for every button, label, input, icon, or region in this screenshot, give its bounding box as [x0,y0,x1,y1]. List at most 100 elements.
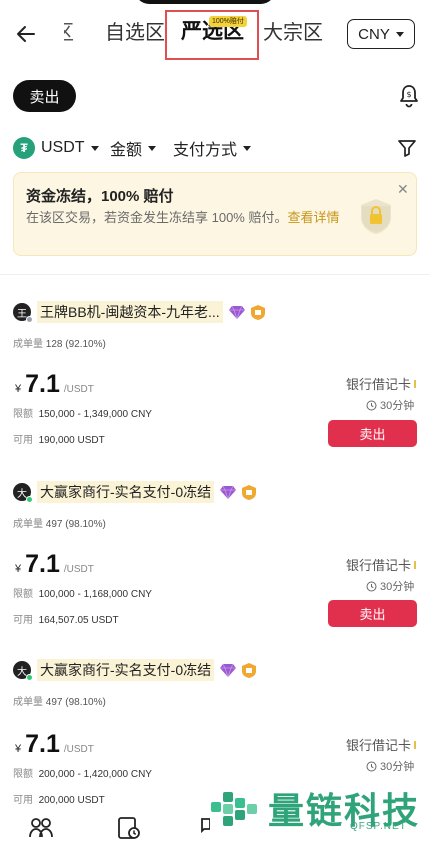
verified-shield-icon [242,484,257,500]
compensation-badge: 100%赔付 [209,16,247,27]
payment-filter[interactable]: 支付方式 [173,137,252,159]
timer-label: 30分钟 [380,761,415,773]
price-value: 7.1 [25,370,60,398]
stat-label: 成单量 [13,339,43,350]
stat-value: 497 (98.10%) [45,519,106,530]
sell-button[interactable]: 卖出 [328,600,417,627]
section-divider [0,274,429,275]
notice-text: 在该区交易，若资金发生冻结享 100% 赔付。查看详情 [26,209,344,226]
chevron-down-icon [243,145,252,151]
chevron-down-icon [90,145,99,151]
payment-label: 银行借记卡 [346,377,412,392]
avatar: 大 [13,483,33,503]
verified-shield-icon [250,304,265,320]
price-unit: /USDT [63,384,94,395]
price-unit: /USDT [63,564,94,575]
clock-icon [366,581,377,591]
payment-timer: 30分钟 [366,578,414,594]
merchant-row[interactable]: 大 大赢家商行-实名支付-0冻结 [13,481,257,503]
notification-bell-icon[interactable]: $ [397,83,421,109]
available-label: 可用 [13,795,33,806]
currency-symbol: ¥ [15,563,22,575]
payment-color-bar [414,379,417,388]
price: ¥ 7.1 /USDT [15,730,94,759]
device-notch [135,0,275,4]
diamond-badge-icon [228,305,245,319]
verified-shield-icon [242,662,257,678]
watermark-url: QFSP.NET [350,821,407,832]
stat-value: 128 (92.10%) [45,339,106,350]
available-value: 190,000 USDT [38,435,105,446]
merchant-row[interactable]: 大 大赢家商行-实名支付-0冻结 [13,659,257,681]
notice-title: 资金冻结，100% 赔付 [26,188,174,205]
back-arrow-icon[interactable] [14,22,38,46]
payment-filter-label: 支付方式 [173,142,238,159]
available-line: 可用 164,507.05 USDT [13,611,119,626]
payment-color-bar [414,560,417,569]
currency-label: CNY [358,25,390,43]
status-dot [26,316,33,323]
payment-method: 银行借记卡 [346,735,417,754]
people-icon[interactable] [28,815,54,841]
notice-details-link[interactable]: 查看详情 [287,210,339,225]
order-stats: 成单量 128 (92.10%) [13,335,106,350]
payment-label: 银行借记卡 [346,738,412,753]
chevron-down-icon [148,145,157,151]
clock-icon [366,400,377,410]
filter-funnel-icon[interactable] [397,138,417,158]
limit-line: 限额 100,000 - 1,168,000 CNY [13,585,152,600]
tab-partial[interactable]: 区 [64,20,88,46]
listing-card: 王 王牌BB机-闽越资本-九年老... [13,301,265,323]
coin-filter[interactable]: ₮ USDT [13,137,99,159]
notice-body: 在该区交易，若资金发生冻结享 100% 赔付。 [26,210,288,225]
sell-mode-toggle[interactable]: 卖出 [13,80,76,112]
merchant-name: 王牌BB机-闽越资本-九年老... [37,301,223,323]
payment-method: 银行借记卡 [346,555,417,574]
currency-symbol: ¥ [15,383,22,395]
avatar: 王 [13,303,33,323]
currency-selector[interactable]: CNY [347,19,415,49]
stat-label: 成单量 [13,697,43,708]
price-value: 7.1 [25,730,60,758]
avatar: 大 [13,661,33,681]
limit-label: 限额 [13,589,33,600]
status-dot [26,496,33,503]
listing-card: 大 大赢家商行-实名支付-0冻结 [13,481,257,503]
amount-filter-label: 金额 [110,142,143,159]
diamond-badge-icon [220,663,237,677]
available-value: 164,507.05 USDT [38,615,119,626]
amount-filter[interactable]: 金额 [110,137,157,159]
available-line: 可用 200,000 USDT [13,791,105,806]
limit-label: 限额 [13,409,33,420]
payment-label: 银行借记卡 [346,558,412,573]
limit-line: 限额 150,000 - 1,349,000 CNY [13,405,152,420]
price: ¥ 7.1 /USDT [15,550,94,579]
status-dot [26,674,33,681]
tab-bulk-zone[interactable]: 大宗区 [263,20,323,46]
merchant-name: 大赢家商行-实名支付-0冻结 [37,659,215,681]
available-label: 可用 [13,435,33,446]
payment-color-bar [414,740,417,749]
merchant-name: 大赢家商行-实名支付-0冻结 [37,481,215,503]
watermark-logo [211,792,257,826]
chevron-down-icon [395,31,404,37]
stat-label: 成单量 [13,519,43,530]
orders-icon[interactable] [116,815,142,841]
limit-line: 限额 200,000 - 1,420,000 CNY [13,765,152,780]
available-label: 可用 [13,615,33,626]
price-unit: /USDT [63,744,94,755]
payment-method: 银行借记卡 [346,374,417,393]
close-icon[interactable]: ✕ [397,181,409,198]
lock-shield-icon [361,199,391,234]
available-value: 200,000 USDT [38,795,105,806]
timer-label: 30分钟 [380,581,415,593]
merchant-row[interactable]: 王 王牌BB机-闽越资本-九年老... [13,301,265,323]
listing-card: 大 大赢家商行-实名支付-0冻结 [13,659,257,681]
tab-favorites[interactable]: 自选区 [105,20,165,46]
limit-value: 100,000 - 1,168,000 CNY [38,589,152,600]
sell-button[interactable]: 卖出 [328,420,417,447]
clock-icon [366,761,377,771]
price-value: 7.1 [25,550,60,578]
limit-value: 150,000 - 1,349,000 CNY [38,409,152,420]
coin-filter-label: USDT [41,139,85,156]
